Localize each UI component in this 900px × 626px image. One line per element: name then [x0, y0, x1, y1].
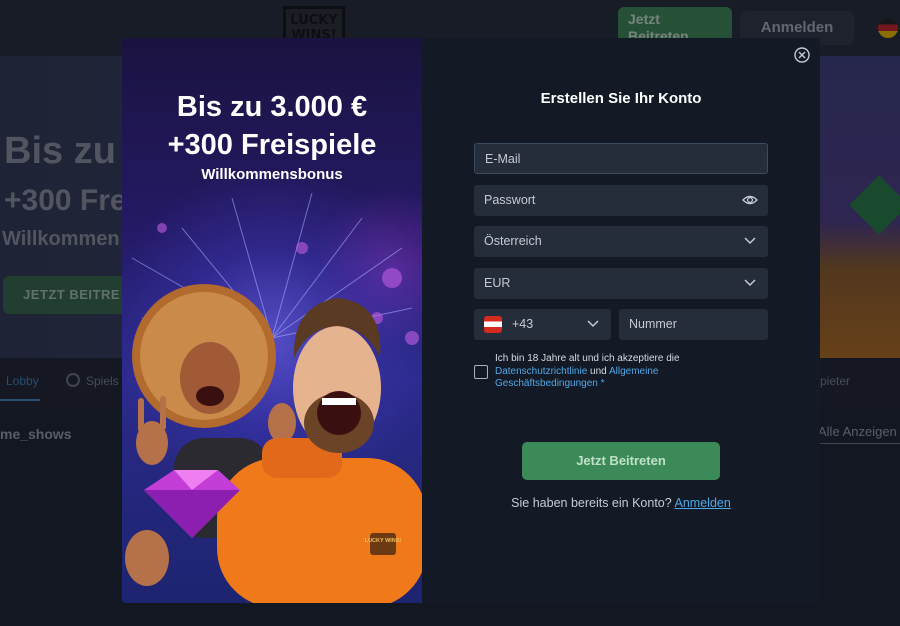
eye-icon[interactable] — [742, 193, 758, 207]
terms-text: Ich bin 18 Jahre alt und ich akzeptiere … — [495, 353, 735, 391]
privacy-policy-link[interactable]: Datenschutzrichtlinie — [495, 366, 587, 377]
login-prompt: Sie haben bereits ein Konto? — [511, 496, 672, 510]
currency-select[interactable]: EUR — [474, 268, 768, 299]
terms-text-and: und — [587, 365, 609, 377]
terms-checkbox[interactable] — [474, 365, 488, 379]
promo-title: Bis zu 3.000 € +300 Freispiele — [122, 88, 422, 164]
login-link[interactable]: Anmelden — [675, 496, 731, 510]
chevron-down-icon — [744, 237, 756, 245]
austria-flag-icon — [484, 316, 502, 333]
promo-title-line1: Bis zu 3.000 € — [176, 91, 368, 123]
promo-subtitle: Willkommensbonus — [201, 166, 343, 183]
phone-number-field[interactable]: Nummer — [619, 309, 768, 340]
promo-title-line2: +300 Freispiele — [167, 129, 377, 161]
shirt-logo: LUCKY WINS! — [365, 538, 402, 544]
terms-text-start: Ich bin 18 Jahre alt und ich akzeptiere … — [495, 353, 680, 364]
required-marker: * — [597, 378, 605, 389]
close-icon[interactable] — [794, 47, 810, 63]
chevron-down-icon — [587, 320, 599, 328]
promo-illustration: LUCKY WINS! — [125, 192, 422, 603]
chevron-down-icon — [744, 279, 756, 287]
password-field[interactable]: Passwort — [474, 185, 768, 216]
login-line: Sie haben bereits ein Konto? Anmelden — [422, 496, 820, 510]
country-select[interactable]: Österreich — [474, 226, 768, 257]
form-title: Erstellen Sie Ihr Konto — [540, 90, 702, 107]
email-field[interactable]: E-Mail — [474, 143, 768, 174]
promo-panel: Bis zu 3.000 € +300 Freispiele Willkomme… — [122, 38, 422, 603]
submit-join-button[interactable]: Jetzt Beitreten — [522, 442, 720, 480]
